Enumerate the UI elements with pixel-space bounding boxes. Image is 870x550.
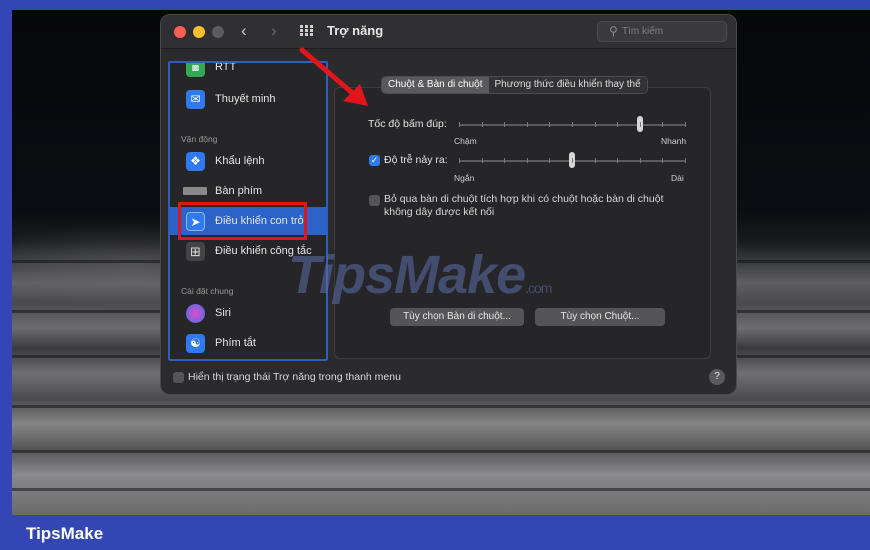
- sidebar-item-label: Thuyết minh: [215, 93, 276, 105]
- slider-tick: [617, 122, 618, 127]
- show-all-grid-icon[interactable]: [300, 25, 314, 37]
- slider-tick: [662, 158, 663, 163]
- slider-tick: [640, 158, 641, 163]
- rtt-icon: ▩: [186, 63, 205, 77]
- ignore-trackpad-text-line2: không dây được kết nối: [384, 206, 495, 218]
- watermark: TipsMake.com: [288, 244, 552, 306]
- tab-mouse-trackpad[interactable]: Chuột & Bàn di chuột: [382, 77, 489, 93]
- sidebar-item-label: RTT: [215, 61, 237, 73]
- sidebar-item-voice-control[interactable]: ❖ Khẩu lệnh: [170, 147, 326, 175]
- help-button[interactable]: ?: [709, 369, 725, 385]
- zoom-window-button[interactable]: [212, 26, 224, 38]
- rock-streak: [12, 405, 870, 408]
- section-heading-motor: Vận động: [181, 134, 218, 144]
- slider-tick: [595, 122, 596, 127]
- slider-tick: [504, 122, 505, 127]
- slider-tick: [617, 158, 618, 163]
- slider-tick: [685, 158, 686, 163]
- slider-tick: [459, 158, 460, 163]
- double-click-min-label: Chậm: [454, 136, 477, 146]
- search-field[interactable]: ⚲ Tìm kiếm: [597, 21, 727, 42]
- ignore-trackpad-text-line1: Bỏ qua bàn di chuột tích hợp khi có chuộ…: [384, 193, 664, 205]
- highlight-box: [178, 202, 307, 240]
- back-chevron-icon[interactable]: ‹: [241, 21, 247, 41]
- search-icon: ⚲: [609, 24, 618, 38]
- slider-tick: [459, 122, 460, 127]
- slider-tick: [482, 158, 483, 163]
- slider-tick: [640, 122, 641, 127]
- slider-tick: [482, 122, 483, 127]
- watermark-suffix: .com: [525, 280, 552, 296]
- slider-tick: [504, 158, 505, 163]
- double-click-max-label: Nhanh: [661, 136, 687, 146]
- slider-tick: [549, 122, 550, 127]
- sidebar-item-descriptions[interactable]: ✉ Thuyết minh: [170, 85, 326, 113]
- sidebar-item-rtt[interactable]: ▩ RTT: [170, 61, 326, 81]
- mouse-options-button[interactable]: Tùy chọn Chuột...: [535, 308, 665, 326]
- keyboard-icon: [183, 187, 207, 195]
- close-window-button[interactable]: [174, 26, 186, 38]
- slider-tick: [595, 158, 596, 163]
- section-heading-general: Cài đặt chung: [181, 286, 234, 296]
- brand-bar: TipsMake: [0, 515, 870, 550]
- ignore-trackpad-checkbox[interactable]: [369, 195, 380, 206]
- trackpad-options-button[interactable]: Tùy chọn Bàn di chuột...: [390, 308, 524, 326]
- slider-tick: [549, 158, 550, 163]
- sidebar-item-label: Siri: [215, 307, 231, 319]
- menu-status-label: Hiển thị trạng thái Trợ năng trong thanh…: [188, 371, 401, 383]
- sidebar-item-label: Bàn phím: [215, 185, 263, 197]
- rock-streak: [12, 450, 870, 453]
- voice-control-icon: ❖: [186, 152, 205, 171]
- slider-tick: [527, 122, 528, 127]
- switch-grid-icon: ⊞: [186, 242, 205, 261]
- menu-status-checkbox[interactable]: [173, 372, 184, 383]
- tab-alternate-control[interactable]: Phương thức điều khiển thay thế: [488, 77, 647, 93]
- slider-tick: [685, 122, 686, 127]
- siri-icon: [186, 304, 205, 323]
- minimize-window-button[interactable]: [193, 26, 205, 38]
- sidebar-item-label: Khẩu lệnh: [215, 155, 265, 167]
- accessibility-shortcut-icon: ☯: [186, 334, 205, 353]
- sidebar-item-label: Phím tắt: [215, 337, 256, 349]
- spring-delay-label: Độ trễ nảy ra:: [384, 154, 448, 166]
- sidebar-item-keyboard[interactable]: Bàn phím: [170, 177, 326, 205]
- search-placeholder: Tìm kiếm: [622, 26, 664, 37]
- brand-logo-text: TipsMake: [26, 524, 104, 543]
- slider-tick: [572, 158, 573, 163]
- forward-chevron-icon[interactable]: ›: [271, 21, 277, 41]
- titlebar: ‹ › Trợ năng ⚲ Tìm kiếm: [161, 15, 736, 49]
- rock-streak: [12, 488, 870, 491]
- spring-delay-max-label: Dài: [671, 173, 684, 183]
- slider-tick: [662, 122, 663, 127]
- double-click-speed-label: Tốc độ bấm đúp:: [368, 118, 447, 130]
- slider-tick: [527, 158, 528, 163]
- sidebar-item-shortcut[interactable]: ☯ Phím tắt: [170, 329, 326, 357]
- spring-delay-checkbox[interactable]: ✓: [369, 155, 380, 166]
- tab-segmented-control[interactable]: Chuột & Bàn di chuột Phương thức điều kh…: [381, 76, 648, 94]
- speech-bubble-icon: ✉: [186, 90, 205, 109]
- watermark-text: TipsMake: [288, 245, 526, 305]
- window-title: Trợ năng: [327, 23, 384, 38]
- spring-delay-min-label: Ngắn: [454, 173, 475, 183]
- slider-tick: [572, 122, 573, 127]
